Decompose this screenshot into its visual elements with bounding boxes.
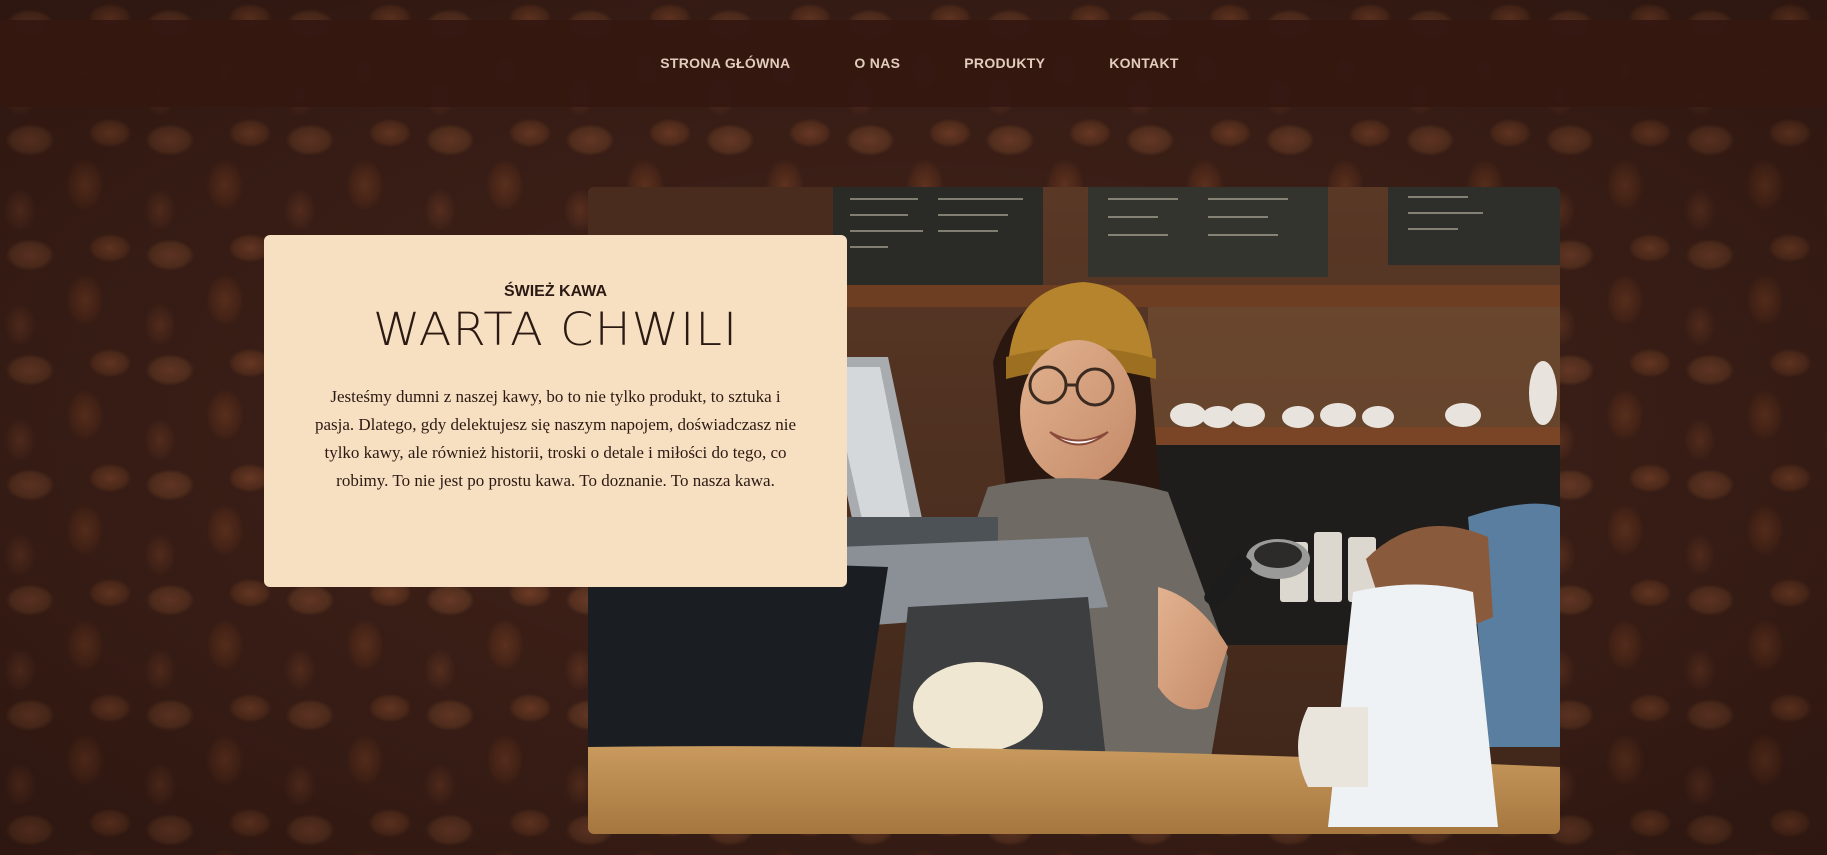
intro-text: Jesteśmy dumni z naszej kawy, bo to nie … [314,387,797,490]
nav-link-about[interactable]: O NAS [854,55,900,71]
intro-kicker: ŚWIEŻ KAWA [503,283,608,300]
nav-list: STRONA GŁÓWNA O NAS PRODUKTY KONTAKT [660,55,1178,73]
intro-headline: WARTA CHWILI [372,303,739,357]
intro-card: ŚWIEŻ KAWA WARTA CHWILI Jesteśmy dumni z… [264,235,847,587]
main-navbar: STRONA GŁÓWNA O NAS PRODUKTY KONTAKT [0,20,1827,107]
nav-link-home[interactable]: STRONA GŁÓWNA [660,55,790,71]
nav-link-products[interactable]: PRODUKTY [964,55,1045,71]
nav-link-contact[interactable]: KONTAKT [1109,55,1179,71]
